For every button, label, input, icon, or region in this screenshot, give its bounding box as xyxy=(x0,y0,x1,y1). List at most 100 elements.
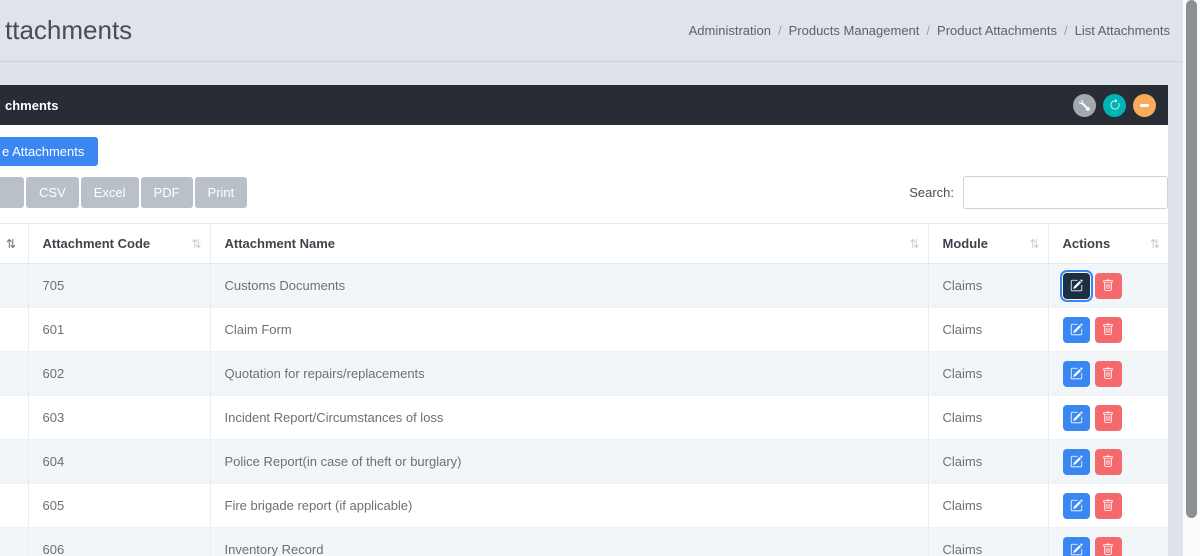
pdf-export-button[interactable]: PDF xyxy=(141,177,193,208)
trash-icon xyxy=(1102,279,1114,292)
print-export-button[interactable]: Print xyxy=(195,177,248,208)
delete-button[interactable] xyxy=(1095,361,1122,387)
refresh-button[interactable] xyxy=(1103,94,1126,117)
edit-button[interactable] xyxy=(1063,449,1090,475)
create-attachments-button[interactable]: e Attachments xyxy=(0,137,98,166)
actions-cell xyxy=(1048,352,1168,396)
settings-button[interactable] xyxy=(1073,94,1096,117)
edit-icon xyxy=(1070,411,1083,424)
column-label: Attachment Code xyxy=(43,236,151,251)
breadcrumb-item[interactable]: Product Attachments xyxy=(937,23,1057,38)
edit-button[interactable] xyxy=(1063,317,1090,343)
edit-button[interactable] xyxy=(1063,537,1090,556)
module-cell: Claims xyxy=(928,396,1048,440)
table-header-row: ⇅ Attachment Code ⇅ Attachment Name xyxy=(0,224,1168,264)
attachment-name-cell: Police Report(in case of theft or burgla… xyxy=(210,440,928,484)
table-row: 601Claim FormClaims xyxy=(0,308,1168,352)
breadcrumb-separator: / xyxy=(926,23,930,38)
refresh-icon xyxy=(1109,99,1121,111)
attachment-name-cell: Customs Documents xyxy=(210,264,928,308)
table-row: 604Police Report(in case of theft or bur… xyxy=(0,440,1168,484)
attachments-table: ⇅ Attachment Code ⇅ Attachment Name xyxy=(0,223,1168,556)
edit-button[interactable] xyxy=(1063,405,1090,431)
column-header-actions[interactable]: Actions ⇅ xyxy=(1048,224,1168,264)
edit-icon xyxy=(1070,499,1083,512)
search-label: Search: xyxy=(909,185,954,200)
attachment-code-cell: 601 xyxy=(28,308,210,352)
delete-button[interactable] xyxy=(1095,273,1122,299)
page-title: ttachments xyxy=(5,15,132,46)
trash-icon xyxy=(1102,499,1114,512)
page: ttachments Administration / Products Manag… xyxy=(0,0,1200,556)
panel-controls xyxy=(1073,94,1156,117)
trash-icon xyxy=(1102,367,1114,380)
table-row: 603Incident Report/Circumstances of loss… xyxy=(0,396,1168,440)
edit-button[interactable] xyxy=(1063,361,1090,387)
column-header-module[interactable]: Module ⇅ xyxy=(928,224,1048,264)
table-body: 705Customs DocumentsClaims601Claim FormC… xyxy=(0,264,1168,556)
module-cell: Claims xyxy=(928,308,1048,352)
edit-button[interactable] xyxy=(1063,493,1090,519)
excel-export-button[interactable]: Excel xyxy=(81,177,139,208)
attachments-panel: chments e Attachments xyxy=(0,85,1168,556)
delete-button[interactable] xyxy=(1095,537,1122,556)
sort-icon: ⇅ xyxy=(909,237,919,251)
column-header-attachment-name[interactable]: Attachment Name ⇅ xyxy=(210,224,928,264)
sort-icon: ⇅ xyxy=(1150,237,1160,251)
trash-icon xyxy=(1102,323,1114,336)
module-cell: Claims xyxy=(928,352,1048,396)
collapse-button[interactable] xyxy=(1133,94,1156,117)
row-index-cell xyxy=(0,484,28,528)
copy-export-button-clipped[interactable] xyxy=(0,177,24,208)
attachment-name-cell: Incident Report/Circumstances of loss xyxy=(210,396,928,440)
delete-button[interactable] xyxy=(1095,317,1122,343)
delete-button[interactable] xyxy=(1095,405,1122,431)
search-input[interactable] xyxy=(963,176,1168,209)
actions-cell xyxy=(1048,308,1168,352)
attachment-name-cell: Quotation for repairs/replacements xyxy=(210,352,928,396)
minus-icon xyxy=(1140,104,1149,107)
attachment-code-cell: 705 xyxy=(28,264,210,308)
actions-cell xyxy=(1048,484,1168,528)
trash-icon xyxy=(1102,543,1114,556)
scrollbar-thumb[interactable] xyxy=(1186,0,1197,518)
edit-button[interactable] xyxy=(1063,273,1090,299)
module-cell: Claims xyxy=(928,484,1048,528)
breadcrumb-separator: / xyxy=(778,23,782,38)
scrollbar-track[interactable] xyxy=(1183,0,1200,556)
edit-icon xyxy=(1070,323,1083,336)
attachment-code-cell: 604 xyxy=(28,440,210,484)
column-header-index[interactable]: ⇅ xyxy=(0,224,28,264)
table-row: 605Fire brigade report (if applicable)Cl… xyxy=(0,484,1168,528)
breadcrumb-item[interactable]: List Attachments xyxy=(1075,23,1170,38)
table-row: 606Inventory RecordClaims xyxy=(0,528,1168,556)
actions-cell xyxy=(1048,528,1168,556)
csv-export-button[interactable]: CSV xyxy=(26,177,79,208)
panel-header: chments xyxy=(0,85,1168,125)
edit-icon xyxy=(1070,279,1083,292)
edit-icon xyxy=(1070,367,1083,380)
row-index-cell xyxy=(0,396,28,440)
sort-icon: ⇅ xyxy=(6,237,16,251)
column-header-attachment-code[interactable]: Attachment Code ⇅ xyxy=(28,224,210,264)
sort-icon: ⇅ xyxy=(1029,237,1039,251)
attachment-code-cell: 605 xyxy=(28,484,210,528)
breadcrumb-item[interactable]: Administration xyxy=(689,23,771,38)
delete-button[interactable] xyxy=(1095,493,1122,519)
breadcrumb-item[interactable]: Products Management xyxy=(789,23,920,38)
trash-icon xyxy=(1102,455,1114,468)
table-toolbar: CSVExcelPDFPrint Search: xyxy=(0,176,1168,209)
attachment-code-cell: 603 xyxy=(28,396,210,440)
attachment-code-cell: 602 xyxy=(28,352,210,396)
actions-cell xyxy=(1048,440,1168,484)
attachment-code-cell: 606 xyxy=(28,528,210,556)
delete-button[interactable] xyxy=(1095,449,1122,475)
column-label: Attachment Name xyxy=(225,236,336,251)
trash-icon xyxy=(1102,411,1114,424)
column-label: Module xyxy=(943,236,989,251)
row-index-cell xyxy=(0,264,28,308)
table-row: 602Quotation for repairs/replacementsCla… xyxy=(0,352,1168,396)
row-index-cell xyxy=(0,440,28,484)
title-bar: ttachments Administration / Products Manag… xyxy=(0,0,1200,62)
module-cell: Claims xyxy=(928,440,1048,484)
